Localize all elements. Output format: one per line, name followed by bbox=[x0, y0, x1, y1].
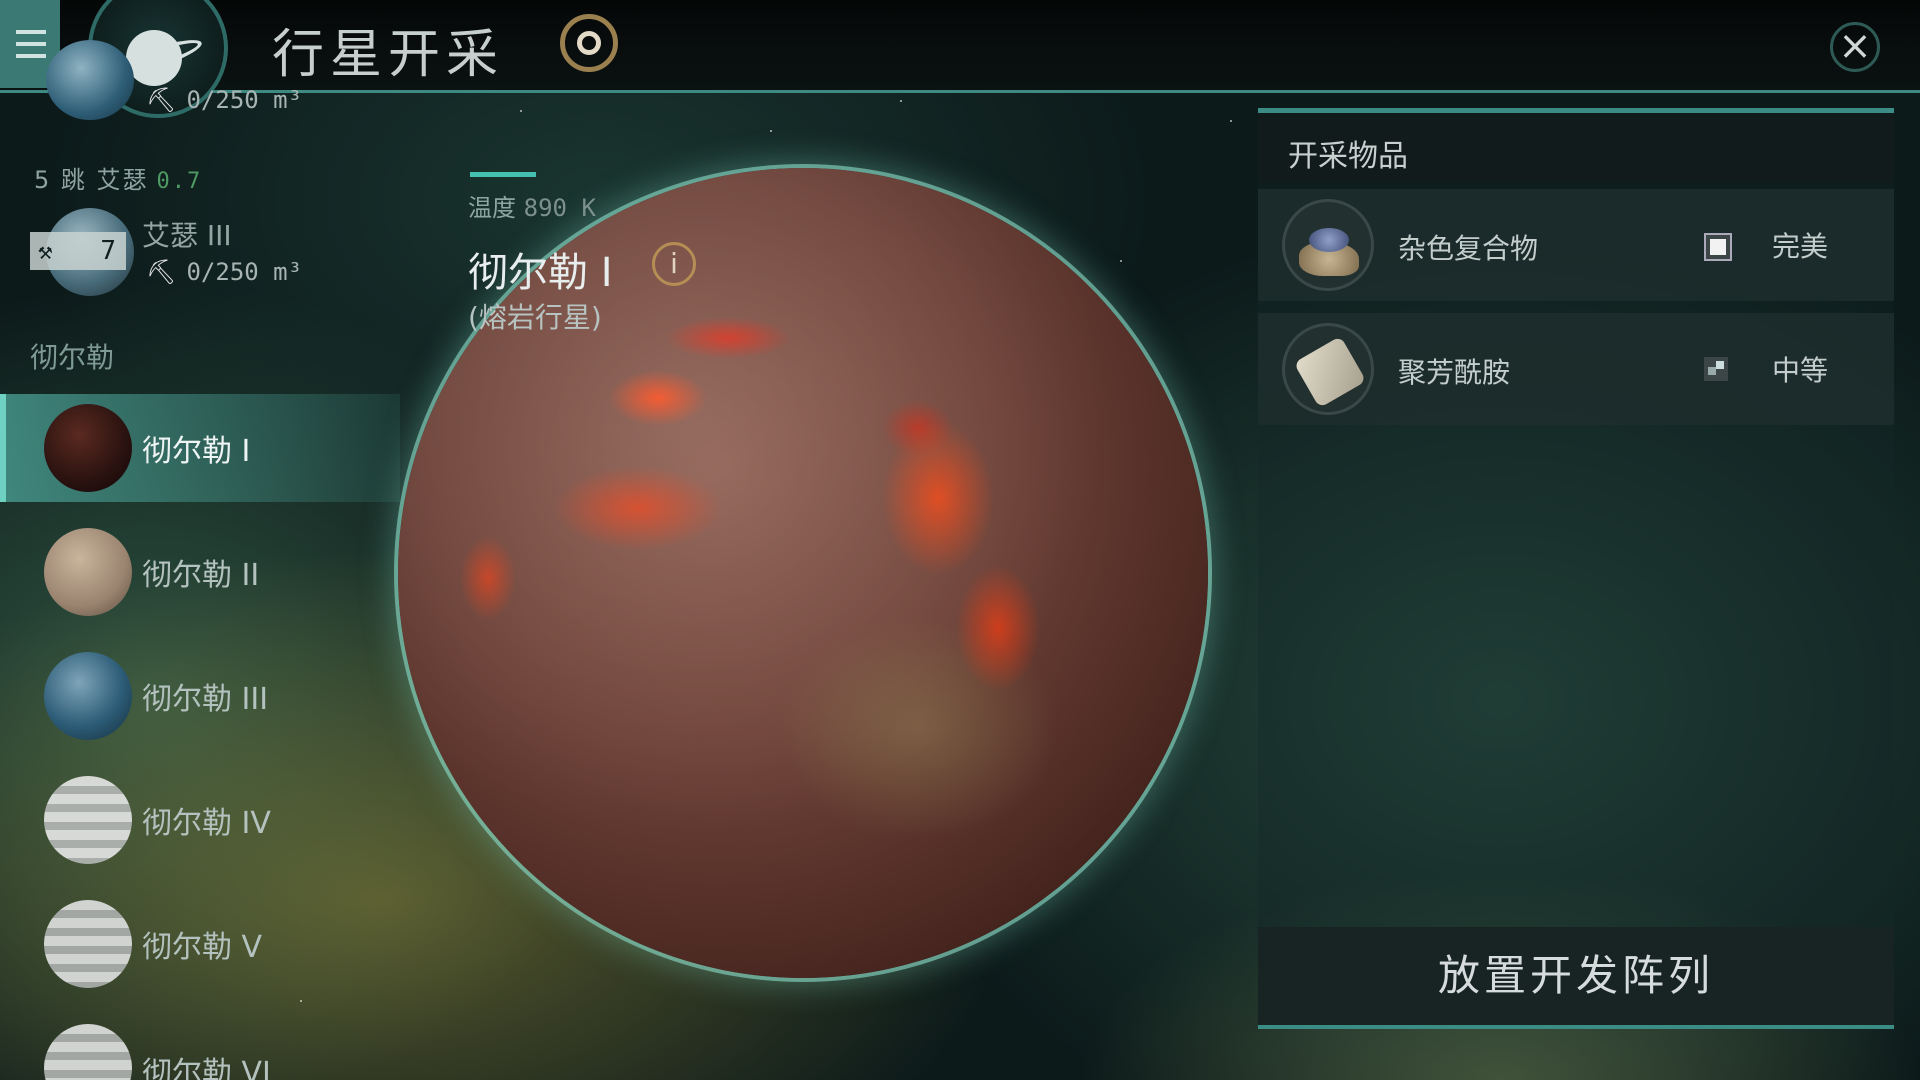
list-item-label: 彻尔勒 III bbox=[142, 682, 269, 717]
star bbox=[900, 100, 902, 102]
list-item[interactable]: 彻尔勒 VI bbox=[0, 1014, 400, 1080]
list-item-label: 彻尔勒 II bbox=[142, 558, 260, 593]
barren-planet-thumbnail bbox=[44, 528, 132, 616]
security-status: 0.7 bbox=[156, 169, 203, 194]
group-label: 彻尔勒 bbox=[30, 341, 115, 374]
star bbox=[1230, 120, 1232, 122]
mining-level-badge: ⚒ 7 bbox=[30, 232, 126, 270]
resource-name: 聚芳酰胺 bbox=[1398, 356, 1511, 389]
list-item-label: 彻尔勒 IV bbox=[142, 806, 271, 841]
list-item-label: 彻尔勒 VI bbox=[142, 1056, 271, 1080]
star bbox=[1120, 260, 1122, 262]
page-title: 行星开采 bbox=[272, 25, 505, 85]
planet-name: 彻尔勒 I bbox=[468, 250, 613, 296]
star bbox=[770, 130, 772, 132]
resource-panel: 开采物品 杂色复合物 完美 聚芳酰胺 中等 放置开发阵列 bbox=[1258, 108, 1894, 1029]
composite-ore-icon bbox=[1282, 199, 1374, 291]
system-header: 5 跳 艾瑟 0.7 bbox=[34, 166, 203, 194]
list-item-label: 彻尔勒 I bbox=[142, 434, 251, 469]
polyaramid-roll-icon bbox=[1282, 323, 1374, 415]
gas-planet-thumbnail bbox=[44, 1024, 132, 1080]
capacity-readout: ⛏ 0/250 m³ bbox=[146, 86, 303, 114]
resource-name: 杂色复合物 bbox=[1398, 232, 1539, 265]
star bbox=[300, 1000, 302, 1002]
planet-thumbnail[interactable] bbox=[46, 40, 134, 120]
pickaxe-icon: ⚒ bbox=[38, 237, 53, 265]
panel-title: 开采物品 bbox=[1288, 139, 1408, 174]
gas-planet-thumbnail bbox=[44, 900, 132, 988]
list-item[interactable]: 彻尔勒 IV bbox=[0, 766, 400, 874]
info-icon[interactable]: i bbox=[652, 242, 696, 286]
drill-icon: ⛏ bbox=[146, 258, 177, 286]
panel-header: 开采物品 bbox=[1258, 113, 1894, 183]
capacity-readout: ⛏ 0/250 m³ bbox=[146, 258, 303, 286]
list-item[interactable]: 彻尔勒 III bbox=[0, 642, 400, 750]
gas-planet-thumbnail bbox=[44, 776, 132, 864]
resource-quality: 完美 bbox=[1772, 230, 1829, 263]
lava-planet-thumbnail bbox=[44, 404, 132, 492]
quality-perfect-icon bbox=[1704, 233, 1732, 261]
drill-icon: ⛏ bbox=[146, 86, 177, 114]
planet-type: (熔岩行星) bbox=[468, 301, 602, 334]
list-item-label: 彻尔勒 V bbox=[142, 930, 263, 965]
place-array-button[interactable]: 放置开发阵列 bbox=[1258, 927, 1894, 1029]
quality-medium-icon bbox=[1704, 357, 1728, 381]
resource-row[interactable]: 杂色复合物 完美 bbox=[1258, 189, 1894, 301]
temperature-readout: 温度 890 K bbox=[468, 194, 596, 222]
resource-row[interactable]: 聚芳酰胺 中等 bbox=[1258, 313, 1894, 425]
list-item[interactable]: 彻尔勒 I bbox=[0, 394, 400, 502]
star bbox=[520, 110, 522, 112]
list-item-label[interactable]: 艾瑟 III bbox=[142, 214, 232, 254]
target-scan-icon[interactable] bbox=[560, 14, 618, 72]
list-item[interactable]: 彻尔勒 II bbox=[0, 518, 400, 626]
ocean-planet-thumbnail bbox=[44, 652, 132, 740]
list-item[interactable]: 彻尔勒 V bbox=[0, 890, 400, 998]
temperature-indicator bbox=[470, 172, 536, 177]
close-icon[interactable]: × bbox=[1830, 22, 1880, 72]
resource-quality: 中等 bbox=[1772, 354, 1829, 387]
top-bar: 行星开采 × bbox=[0, 0, 1920, 118]
